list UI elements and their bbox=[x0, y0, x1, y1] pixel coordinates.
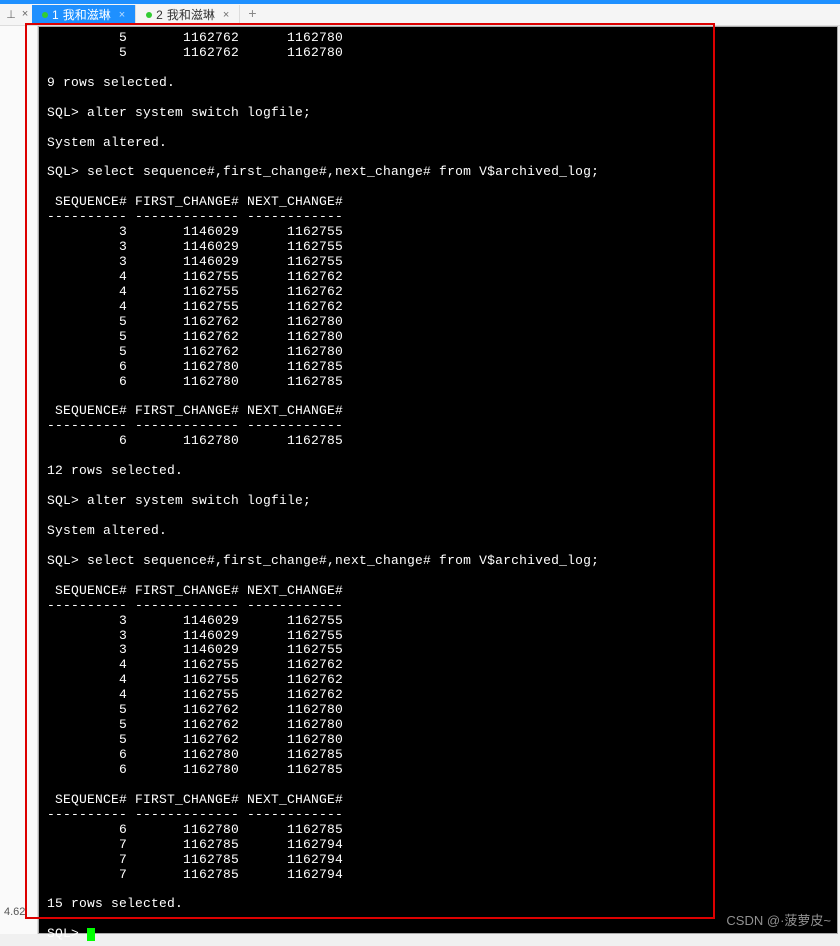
add-tab-button[interactable]: + bbox=[240, 7, 264, 23]
tab-bar: ⊥ × 1 我和滋琳 × 2 我和滋琳 × + bbox=[0, 4, 840, 26]
close-icon[interactable]: × bbox=[18, 9, 32, 21]
connection-status-icon bbox=[42, 12, 48, 18]
left-gutter-label: 4.62 bbox=[4, 906, 25, 918]
tab-close-icon[interactable]: × bbox=[223, 9, 229, 21]
tab-number: 2 bbox=[156, 8, 163, 22]
terminal-panel[interactable]: 5 1162762 1162780 5 1162762 1162780 9 ro… bbox=[38, 26, 838, 934]
left-gutter: 4.62 bbox=[0, 26, 38, 934]
connection-status-icon bbox=[146, 12, 152, 18]
tab-label: 我和滋琳 bbox=[167, 6, 215, 23]
tab-2[interactable]: 2 我和滋琳 × bbox=[136, 5, 240, 25]
terminal-output: 5 1162762 1162780 5 1162762 1162780 9 ro… bbox=[39, 27, 837, 946]
tabs-container: 1 我和滋琳 × 2 我和滋琳 × bbox=[32, 5, 240, 25]
tab-1[interactable]: 1 我和滋琳 × bbox=[32, 5, 136, 25]
tab-label: 我和滋琳 bbox=[63, 6, 111, 23]
pin-icon[interactable]: ⊥ bbox=[4, 8, 18, 22]
tab-close-icon[interactable]: × bbox=[119, 9, 125, 21]
cursor-icon bbox=[87, 928, 95, 941]
sql-prompt: SQL> bbox=[47, 926, 87, 941]
watermark: CSDN @·菠萝皮~ bbox=[726, 910, 831, 929]
tab-number: 1 bbox=[52, 8, 59, 22]
